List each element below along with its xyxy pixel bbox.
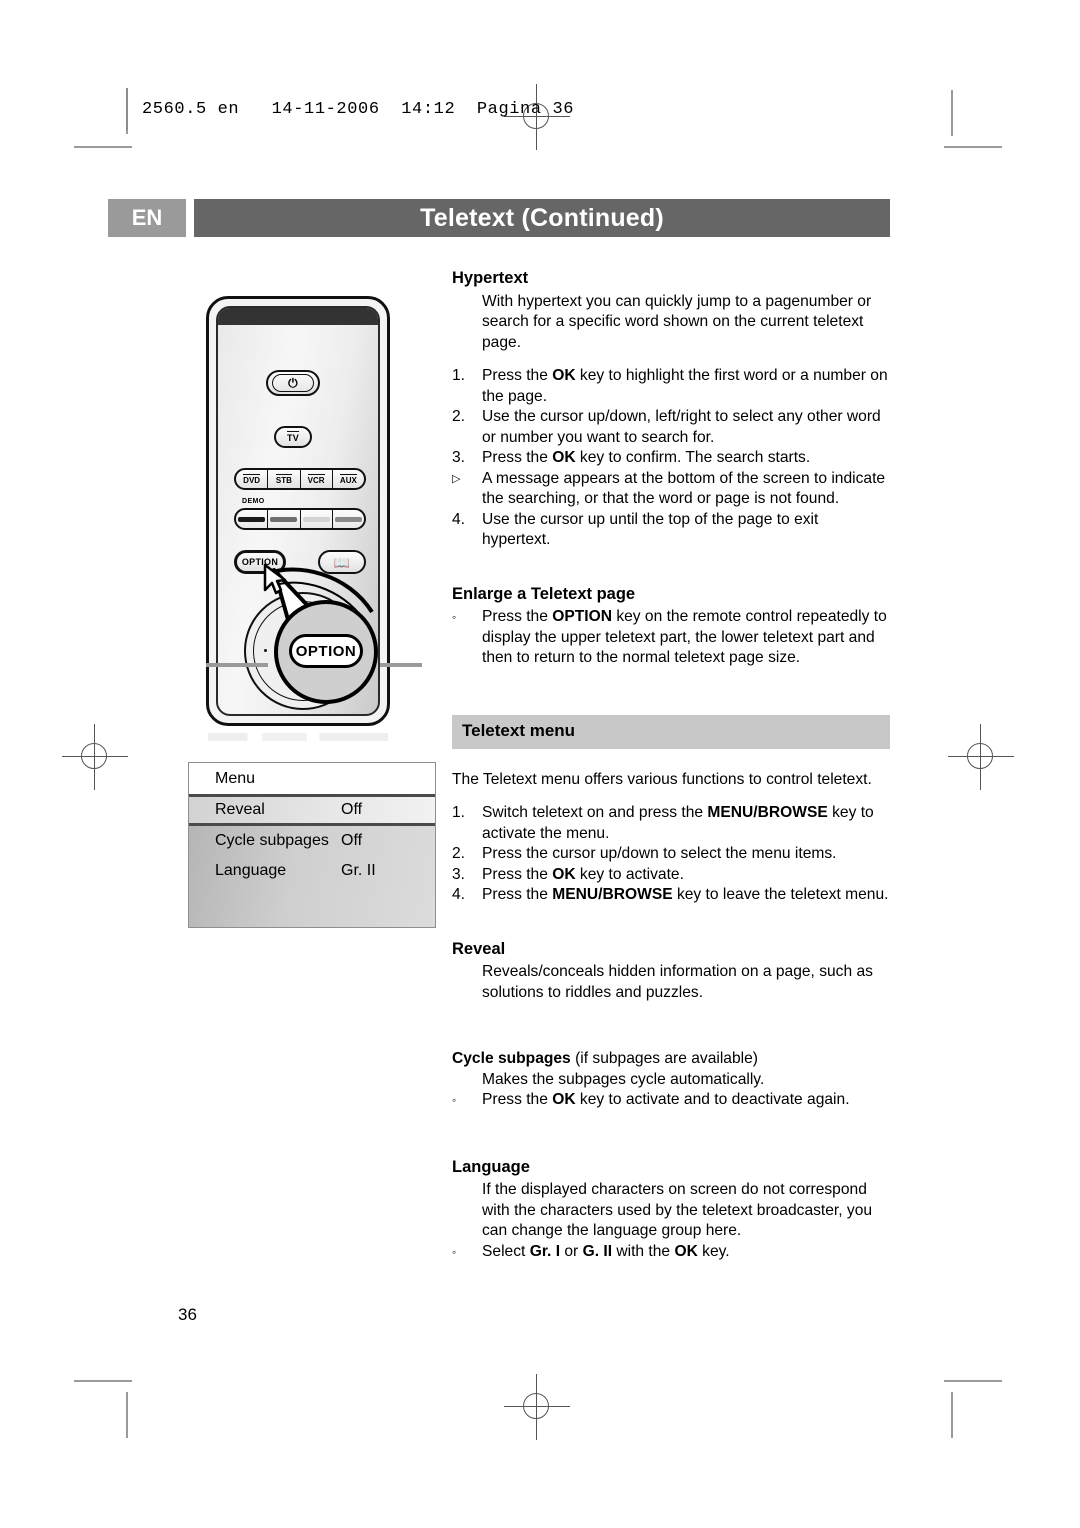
hypertext-note-marker: ▷ bbox=[452, 472, 461, 485]
language-body: If the displayed characters on screen do… bbox=[482, 1181, 873, 1239]
crop-mark-bottom-left-h bbox=[74, 1380, 132, 1382]
color-button-2[interactable] bbox=[268, 510, 301, 528]
registration-mark-bottom bbox=[504, 1374, 570, 1440]
osd-row-language-value: Gr. II bbox=[341, 862, 376, 879]
teletext-menu-step-3: 3. Press the OK key to activate. bbox=[452, 865, 890, 886]
osd-title: Menu bbox=[189, 763, 435, 794]
tv-button[interactable]: TV bbox=[274, 426, 312, 448]
osd-row-cycle-subpages[interactable]: Cycle subpages Off bbox=[189, 826, 435, 856]
cycle-subpages-bullet-text: Press the OK key to activate and to deac… bbox=[482, 1091, 850, 1108]
crop-mark-bottom-right-v bbox=[951, 1392, 953, 1438]
source-button-dvd-label: DVD bbox=[243, 473, 261, 485]
source-button-aux-label: AUX bbox=[339, 473, 357, 485]
language-bullet-text: Select Gr. I or G. II with the OK key. bbox=[482, 1242, 730, 1260]
body-content: Hypertext With hypertext you can quickly… bbox=[452, 268, 890, 1262]
source-button-stb[interactable]: STB bbox=[268, 470, 301, 488]
color-button-1[interactable] bbox=[236, 510, 269, 528]
reveal-heading: Reveal bbox=[452, 939, 506, 958]
hypertext-step-3-marker: 3. bbox=[452, 449, 466, 466]
source-button-stb-label: STB bbox=[275, 473, 292, 485]
registration-mark-left bbox=[62, 724, 128, 790]
hypertext-step-2: 2. Use the cursor up/down, left/right to… bbox=[452, 407, 890, 448]
mouse-cursor-icon bbox=[263, 563, 287, 595]
hypertext-step-4-text: Use the cursor up until the top of the p… bbox=[482, 510, 819, 549]
osd-row-language[interactable]: Language Gr. II bbox=[189, 856, 435, 886]
hypertext-heading: Hypertext bbox=[452, 269, 529, 287]
cycle-subpages-bullet-marker: ◦ bbox=[452, 1093, 457, 1107]
cycle-subpages-heading: Cycle subpages (if subpages are availabl… bbox=[452, 1050, 758, 1067]
crop-mark-top-left-h bbox=[74, 146, 132, 148]
hypertext-note: ▷ A message appears at the bottom of the… bbox=[452, 469, 890, 510]
teletext-menu-step-4-marker: 4. bbox=[452, 886, 466, 903]
color-button-4[interactable] bbox=[333, 510, 364, 528]
hypertext-step-1: 1. Press the OK key to highlight the fir… bbox=[452, 366, 890, 407]
hypertext-step-2-marker: 2. bbox=[452, 408, 466, 425]
teletext-menu-step-3-text: Press the OK key to activate. bbox=[482, 865, 684, 883]
osd-row-reveal-label: Reveal bbox=[215, 801, 265, 818]
teletext-menu-step-3-marker: 3. bbox=[452, 865, 466, 883]
remote-top-band bbox=[218, 308, 378, 325]
color-button-3[interactable] bbox=[301, 510, 333, 528]
teletext-menu-step-2-marker: 2. bbox=[452, 845, 466, 862]
teletext-menu-step-4-text: Press the MENU/BROWSE key to leave the t… bbox=[482, 886, 889, 903]
color-button-row bbox=[234, 508, 366, 530]
crop-mark-bottom-right-h bbox=[944, 1380, 1002, 1382]
power-icon: ⏻ bbox=[288, 376, 298, 390]
page-title: Teletext (Continued) bbox=[194, 199, 890, 237]
osd-row-cycle-subpages-label: Cycle subpages bbox=[215, 832, 329, 849]
teletext-menu-step-1: 1. Switch teletext on and press the MENU… bbox=[452, 803, 890, 844]
option-callout-label: OPTION bbox=[289, 634, 363, 668]
option-callout: OPTION bbox=[274, 600, 378, 704]
source-button-vcr-label: VCR bbox=[307, 473, 325, 485]
crop-mark-bottom-left-v bbox=[126, 1392, 128, 1438]
hypertext-step-3: 3. Press the OK key to confirm. The sear… bbox=[452, 448, 890, 469]
hypertext-step-2-text: Use the cursor up/down, left/right to se… bbox=[482, 408, 881, 446]
source-button-row: DVD STB VCR AUX bbox=[234, 468, 366, 490]
source-button-dvd[interactable]: DVD bbox=[236, 470, 269, 488]
hypertext-step-4: 4. Use the cursor up until the top of th… bbox=[452, 510, 890, 551]
teletext-menu-step-1-marker: 1. bbox=[452, 804, 466, 821]
teletext-menu-step-2-text: Press the cursor up/down to select the m… bbox=[482, 845, 837, 862]
crop-mark-top-right-h bbox=[944, 146, 1002, 148]
language-badge: EN bbox=[108, 199, 186, 237]
page-number: 36 bbox=[178, 1305, 197, 1324]
osd-row-language-label: Language bbox=[215, 862, 287, 879]
cycle-subpages-body: Makes the subpages cycle automatically. bbox=[482, 1070, 765, 1088]
hypertext-step-1-text: Press the OK key to highlight the first … bbox=[482, 367, 888, 405]
language-heading: Language bbox=[452, 1157, 530, 1176]
osd-row-reveal-value: Off bbox=[341, 801, 363, 818]
registration-mark-right bbox=[948, 724, 1014, 790]
demo-label: DEMO bbox=[242, 498, 265, 505]
hypertext-step-3-text: Press the OK key to confirm. The search … bbox=[482, 449, 811, 466]
teletext-menu-step-4: 4. Press the MENU/BROWSE key to leave th… bbox=[452, 885, 890, 906]
enlarge-bullet: ◦ Press the OPTION key on the remote con… bbox=[452, 607, 890, 669]
osd-teletext-menu: Menu Reveal Off Cycle subpages Off Langu… bbox=[188, 762, 436, 928]
teletext-menu-section-bar: Teletext menu bbox=[452, 714, 890, 749]
hypertext-step-1-marker: 1. bbox=[452, 367, 466, 384]
teletext-menu-step-2: 2. Press the cursor up/down to select th… bbox=[452, 844, 890, 865]
hypertext-note-text: A message appears at the bottom of the s… bbox=[482, 469, 886, 508]
faint-cropped-caption bbox=[208, 733, 388, 741]
teletext-menu-intro: The Teletext menu offers various functio… bbox=[452, 770, 872, 788]
power-button[interactable]: ⏻ bbox=[266, 370, 320, 396]
cycle-subpages-bullet: ◦ Press the OK key to activate and to de… bbox=[452, 1090, 890, 1111]
enlarge-heading: Enlarge a Teletext page bbox=[452, 584, 636, 603]
language-bullet-marker: ◦ bbox=[452, 1244, 457, 1259]
source-button-vcr[interactable]: VCR bbox=[301, 470, 333, 488]
language-bullet: ◦ Select Gr. I or G. II with the OK key. bbox=[452, 1242, 890, 1263]
crop-mark-top-right-v bbox=[951, 90, 953, 136]
tv-button-label: TV bbox=[286, 431, 300, 443]
enlarge-bullet-text: Press the OPTION key on the remote contr… bbox=[482, 608, 887, 666]
hypertext-step-4-marker: 4. bbox=[452, 510, 466, 528]
osd-row-reveal[interactable]: Reveal Off bbox=[189, 794, 435, 826]
teletext-menu-step-1-text: Switch teletext on and press the MENU/BR… bbox=[482, 804, 874, 842]
osd-row-cycle-subpages-value: Off bbox=[341, 832, 363, 849]
printer-slug: 2560.5 en 14-11-2006 14:12 Pagina 36 bbox=[126, 88, 574, 130]
hypertext-intro: With hypertext you can quickly jump to a… bbox=[482, 292, 872, 351]
reveal-body: Reveals/conceals hidden information on a… bbox=[482, 963, 873, 1001]
enlarge-bullet-marker: ◦ bbox=[452, 610, 457, 624]
source-button-aux[interactable]: AUX bbox=[333, 470, 364, 488]
